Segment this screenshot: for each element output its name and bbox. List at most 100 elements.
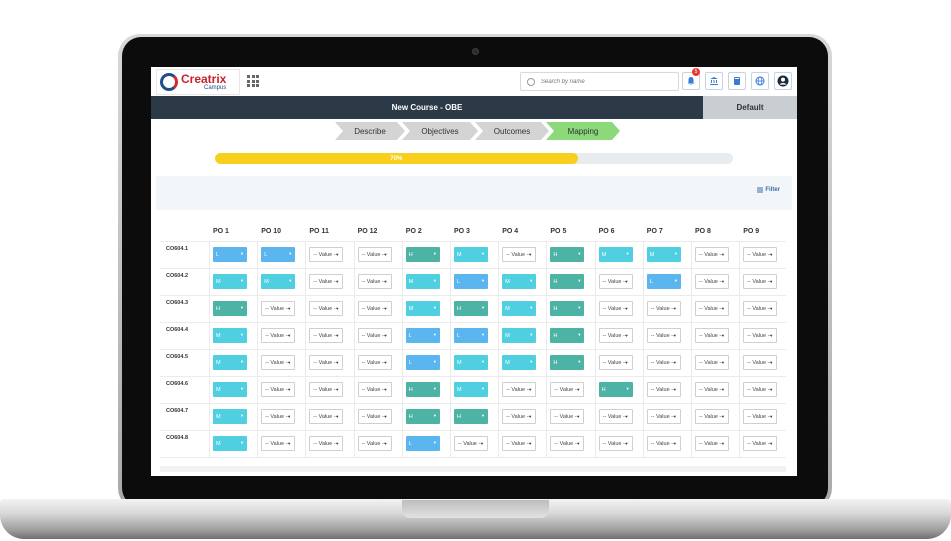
mapping-select[interactable]: -- Value -- ▼ [261, 355, 296, 370]
mapping-select[interactable]: L ▼ [405, 328, 440, 343]
mapping-select[interactable]: -- Value -- ▼ [357, 382, 392, 397]
mapping-select[interactable]: -- Value -- ▼ [357, 247, 392, 262]
mapping-select[interactable]: L ▼ [454, 328, 488, 343]
mapping-select[interactable]: -- Value -- ▼ [598, 436, 633, 451]
mapping-select[interactable]: -- Value -- ▼ [695, 328, 729, 343]
mapping-select[interactable]: -- Value -- ▼ [646, 301, 681, 316]
mapping-select[interactable]: H ▼ [454, 301, 488, 316]
mapping-select[interactable]: -- Value -- ▼ [743, 409, 778, 424]
mapping-select[interactable]: M ▼ [213, 409, 247, 424]
mapping-select[interactable]: -- Value -- ▼ [502, 436, 537, 451]
mapping-select[interactable]: -- Value -- ▼ [309, 436, 344, 451]
mapping-select[interactable]: M ▼ [213, 436, 247, 451]
step-describe[interactable]: Describe [335, 122, 405, 140]
mapping-select[interactable]: -- Value -- ▼ [695, 382, 729, 397]
mapping-select[interactable]: -- Value -- ▼ [357, 328, 392, 343]
mapping-select[interactable]: H ▼ [550, 247, 585, 262]
mapping-select[interactable]: -- Value -- ▼ [646, 382, 681, 397]
mapping-select[interactable]: H ▼ [550, 328, 585, 343]
mapping-select[interactable]: -- Value -- ▼ [309, 328, 344, 343]
mapping-select[interactable]: M ▼ [502, 328, 537, 343]
logo[interactable]: Creatrix Campus [156, 69, 240, 95]
mapping-select[interactable]: -- Value -- ▼ [309, 382, 344, 397]
step-mapping[interactable]: Mapping [546, 122, 620, 140]
mapping-select[interactable]: H ▼ [405, 247, 440, 262]
step-objectives[interactable]: Objectives [402, 122, 478, 140]
mapping-select[interactable]: -- Value -- ▼ [357, 355, 392, 370]
mapping-select[interactable]: -- Value -- ▼ [695, 274, 729, 289]
mapping-select[interactable]: H ▼ [405, 382, 440, 397]
mapping-select[interactable]: M ▼ [502, 301, 537, 316]
mapping-select[interactable]: H ▼ [550, 355, 585, 370]
mapping-select[interactable]: -- Value -- ▼ [357, 436, 392, 451]
mapping-select[interactable]: -- Value -- ▼ [646, 355, 681, 370]
profile-button[interactable] [774, 72, 792, 90]
mapping-select[interactable]: -- Value -- ▼ [309, 409, 344, 424]
default-tab[interactable]: Default [703, 96, 797, 119]
mapping-select[interactable]: -- Value -- ▼ [743, 274, 778, 289]
mapping-select[interactable]: -- Value -- ▼ [261, 409, 296, 424]
mapping-select[interactable]: L ▼ [405, 355, 440, 370]
filter-button[interactable]: Filter [757, 187, 780, 193]
mapping-select[interactable]: -- Value -- ▼ [695, 247, 729, 262]
mapping-select[interactable]: -- Value -- ▼ [357, 409, 392, 424]
mapping-select[interactable]: H ▼ [454, 409, 488, 424]
institution-button[interactable] [705, 72, 723, 90]
mapping-select[interactable]: -- Value -- ▼ [261, 301, 296, 316]
mapping-select[interactable]: M ▼ [454, 355, 488, 370]
mapping-select[interactable]: M ▼ [213, 328, 247, 343]
mapping-select[interactable]: M ▼ [213, 355, 247, 370]
mapping-select[interactable]: L ▼ [454, 274, 488, 289]
horizontal-scrollbar[interactable] [160, 466, 786, 472]
mapping-select[interactable]: M ▼ [405, 301, 440, 316]
mapping-select[interactable]: M ▼ [261, 274, 296, 289]
mapping-select[interactable]: M ▼ [454, 382, 488, 397]
mapping-select[interactable]: M ▼ [646, 247, 681, 262]
mapping-select[interactable]: -- Value -- ▼ [743, 301, 778, 316]
mapping-select[interactable]: H ▼ [550, 301, 585, 316]
mapping-select[interactable]: -- Value -- ▼ [695, 436, 729, 451]
language-button[interactable] [751, 72, 769, 90]
mapping-select[interactable]: -- Value -- ▼ [598, 328, 633, 343]
mapping-select[interactable]: -- Value -- ▼ [695, 409, 729, 424]
mapping-select[interactable]: M ▼ [454, 247, 488, 262]
mapping-select[interactable]: -- Value -- ▼ [550, 436, 585, 451]
mapping-select[interactable]: -- Value -- ▼ [743, 382, 778, 397]
mapping-select[interactable]: M ▼ [502, 274, 537, 289]
mapping-select[interactable]: -- Value -- ▼ [309, 274, 344, 289]
mapping-select[interactable]: -- Value -- ▼ [309, 355, 344, 370]
search-box[interactable] [520, 72, 679, 91]
mapping-select[interactable]: M ▼ [502, 355, 537, 370]
mapping-select[interactable]: M ▼ [213, 274, 247, 289]
app-grid-icon[interactable] [247, 75, 259, 87]
mapping-select[interactable]: -- Value -- ▼ [309, 301, 344, 316]
mapping-select[interactable]: -- Value -- ▼ [502, 409, 537, 424]
mapping-select[interactable]: L ▼ [646, 274, 681, 289]
mapping-select[interactable]: M ▼ [405, 274, 440, 289]
mapping-select[interactable]: -- Value -- ▼ [309, 247, 344, 262]
mapping-select[interactable]: M ▼ [598, 247, 633, 262]
mapping-select[interactable]: -- Value -- ▼ [502, 382, 537, 397]
mapping-select[interactable]: L ▼ [213, 247, 247, 262]
mapping-select[interactable]: -- Value -- ▼ [646, 328, 681, 343]
mapping-select[interactable]: -- Value -- ▼ [646, 409, 681, 424]
mapping-select[interactable]: -- Value -- ▼ [357, 301, 392, 316]
book-button[interactable] [728, 72, 746, 90]
mapping-select[interactable]: -- Value -- ▼ [357, 274, 392, 289]
step-outcomes[interactable]: Outcomes [475, 122, 549, 140]
mapping-select[interactable]: -- Value -- ▼ [695, 355, 729, 370]
mapping-select[interactable]: -- Value -- ▼ [743, 247, 778, 262]
search-input[interactable] [541, 78, 661, 85]
mapping-select[interactable]: H ▼ [550, 274, 585, 289]
mapping-select[interactable]: -- Value -- ▼ [502, 247, 537, 262]
mapping-select[interactable]: H ▼ [213, 301, 247, 316]
mapping-select[interactable]: L ▼ [405, 436, 440, 451]
mapping-select[interactable]: -- Value -- ▼ [598, 355, 633, 370]
mapping-select[interactable]: -- Value -- ▼ [598, 409, 633, 424]
mapping-select[interactable]: -- Value -- ▼ [598, 274, 633, 289]
mapping-select[interactable]: -- Value -- ▼ [646, 436, 681, 451]
mapping-select[interactable]: -- Value -- ▼ [454, 436, 488, 451]
mapping-select[interactable]: -- Value -- ▼ [550, 409, 585, 424]
mapping-select[interactable]: -- Value -- ▼ [743, 355, 778, 370]
mapping-select[interactable]: -- Value -- ▼ [261, 436, 296, 451]
